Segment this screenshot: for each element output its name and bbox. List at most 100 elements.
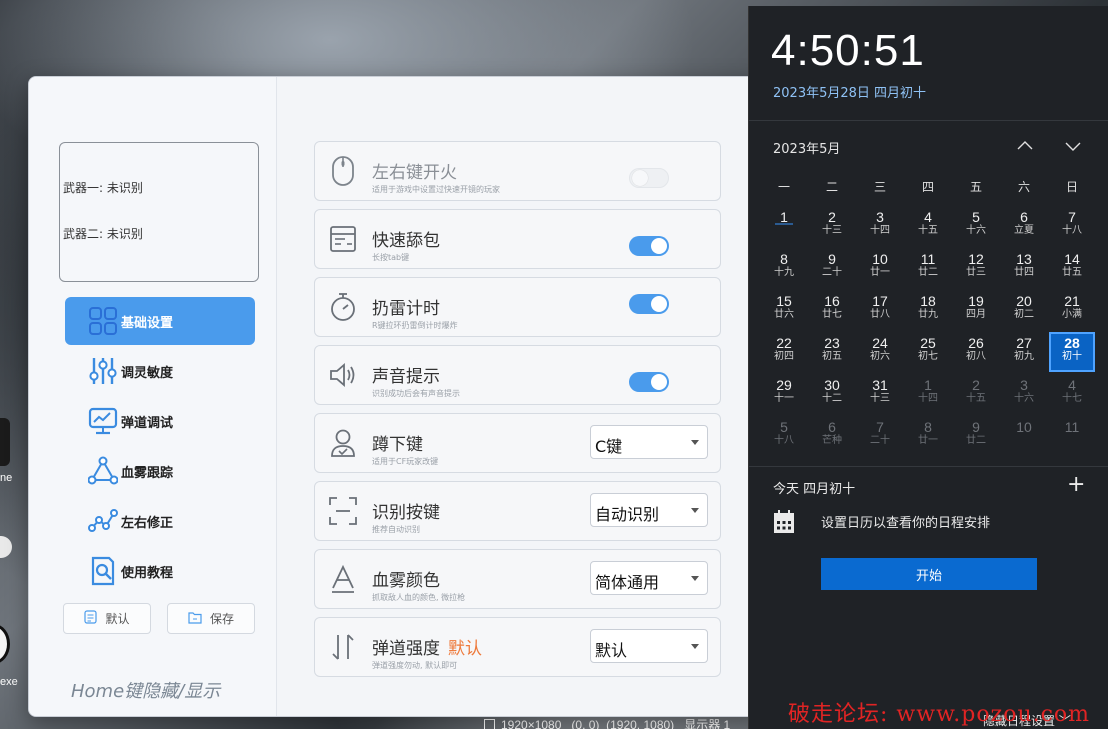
lunar-label: 十二 bbox=[822, 393, 842, 404]
quick-loot-toggle[interactable] bbox=[629, 236, 669, 256]
calendar-day[interactable]: 8 十九 bbox=[761, 248, 807, 288]
calendar-day[interactable]: 6 芒种 bbox=[809, 416, 855, 456]
date-link[interactable]: 2023年5月28日 四月初十 bbox=[773, 82, 926, 101]
setting-description: 弹道强度勿动, 默认即可 bbox=[372, 661, 458, 670]
agenda-message: 设置日历以查看你的日程安排 bbox=[821, 516, 991, 531]
day-number: 17 bbox=[872, 293, 888, 309]
default-button[interactable]: 默认 bbox=[63, 603, 151, 634]
lunar-label: 廿九 bbox=[918, 309, 938, 320]
calendar-day[interactable]: 18 廿九 bbox=[905, 290, 951, 330]
screen-position: (0, 0) bbox=[571, 718, 600, 729]
calendar-day[interactable]: 22 初四 bbox=[761, 332, 807, 372]
calendar-day[interactable]: 13 廿四 bbox=[1001, 248, 1047, 288]
day-number: 12 bbox=[968, 251, 984, 267]
sidebar: 武器一: 未识别 武器二: 未识别 基础设置 调灵敏度 弹道调试 血雾跟踪 左右… bbox=[29, 77, 277, 716]
day-number: 11 bbox=[920, 251, 936, 267]
nav-item-tutorial[interactable]: 使用教程 bbox=[65, 547, 255, 595]
screen-size: (1920, 1080) bbox=[606, 718, 675, 729]
calendar-day[interactable]: 14 廿五 bbox=[1049, 248, 1095, 288]
screen-info-bar: 1920×1080 (0, 0) (1920, 1080) 显示器 1 bbox=[478, 716, 730, 729]
weekday-label: 四 bbox=[921, 180, 934, 194]
save-button[interactable]: 保存 bbox=[167, 603, 255, 634]
calendar-day[interactable]: 27 初九 bbox=[1001, 332, 1047, 372]
nav-item-ballistics[interactable]: 弹道调试 bbox=[65, 397, 255, 445]
calendar-day[interactable]: 1 十四 bbox=[905, 374, 951, 414]
calendar-day[interactable]: 10 bbox=[1001, 416, 1047, 456]
calendar-day[interactable]: 3 十四 bbox=[857, 206, 903, 246]
calendar-day[interactable]: 9 二十 bbox=[809, 248, 855, 288]
nav-item-sensitivity[interactable]: 调灵敏度 bbox=[65, 347, 255, 395]
setting-title: 蹲下键 bbox=[372, 435, 423, 455]
weekday-label: 六 bbox=[1017, 180, 1030, 194]
ballistic-strength-select[interactable]: 默认 bbox=[590, 629, 708, 663]
lunar-label: 廿五 bbox=[1062, 267, 1082, 278]
lunar-label: 廿八 bbox=[870, 309, 890, 320]
detect-key-select[interactable]: 自动识别 bbox=[590, 493, 708, 527]
start-button[interactable]: 开始 bbox=[821, 558, 1037, 590]
nav-item-lr-correction[interactable]: 左右修正 bbox=[65, 497, 255, 545]
setting-description: 适用于CF玩家改键 bbox=[372, 457, 439, 466]
chevron-down-icon bbox=[691, 440, 699, 445]
day-number: 7 bbox=[1068, 209, 1076, 225]
day-number: 4 bbox=[924, 209, 932, 225]
calendar-day[interactable]: 16 廿七 bbox=[809, 290, 855, 330]
lunar-label: 十五 bbox=[966, 393, 986, 404]
calendar-day[interactable]: 7 二十 bbox=[857, 416, 903, 456]
calendar-day[interactable]: 25 初七 bbox=[905, 332, 951, 372]
blood-color-select[interactable]: 简体通用 bbox=[590, 561, 708, 595]
calendar-day[interactable]: 2 十三 bbox=[809, 206, 855, 246]
calendar-day[interactable]: 4 十七 bbox=[1049, 374, 1095, 414]
lunar-label: 十九 bbox=[774, 267, 794, 278]
calendar-day[interactable]: 3 十六 bbox=[1001, 374, 1047, 414]
month-label[interactable]: 2023年5月 bbox=[773, 138, 840, 157]
calendar-day[interactable]: 7 十八 bbox=[1049, 206, 1095, 246]
calendar-day[interactable]: 23 初五 bbox=[809, 332, 855, 372]
desktop-app-icon[interactable] bbox=[0, 418, 10, 466]
calendar-day-today[interactable]: 28 初十 bbox=[1049, 332, 1095, 372]
calendar-day[interactable]: 5 十六 bbox=[953, 206, 999, 246]
crouch-key-select[interactable]: C键 bbox=[590, 425, 708, 459]
lunar-label: 十三 bbox=[870, 393, 890, 404]
calendar-day[interactable]: 15 廿六 bbox=[761, 290, 807, 330]
add-event-button[interactable]: + bbox=[1067, 474, 1085, 496]
day-number: 4 bbox=[1068, 377, 1076, 393]
calendar-day[interactable]: 19 四月 bbox=[953, 290, 999, 330]
calendar-day[interactable]: 1 bbox=[761, 206, 807, 246]
day-number: 5 bbox=[972, 209, 980, 225]
calendar-day[interactable]: 17 廿八 bbox=[857, 290, 903, 330]
calendar-day[interactable]: 2 十五 bbox=[953, 374, 999, 414]
calendar-day[interactable]: 10 廿一 bbox=[857, 248, 903, 288]
chevron-down-icon[interactable] bbox=[1063, 136, 1083, 156]
lr-fire-toggle[interactable] bbox=[629, 168, 669, 188]
weapon-status-box: 武器一: 未识别 武器二: 未识别 bbox=[59, 142, 259, 282]
weekday-label: 二 bbox=[825, 180, 838, 194]
calendar-day[interactable]: 26 初八 bbox=[953, 332, 999, 372]
calendar-day[interactable]: 8 廿一 bbox=[905, 416, 951, 456]
lunar-label: 初四 bbox=[774, 351, 794, 362]
calendar-day[interactable]: 30 十二 bbox=[809, 374, 855, 414]
calendar-day[interactable]: 29 十一 bbox=[761, 374, 807, 414]
calendar-day[interactable]: 4 十五 bbox=[905, 206, 951, 246]
calendar-day[interactable]: 20 初二 bbox=[1001, 290, 1047, 330]
day-number: 15 bbox=[776, 293, 792, 309]
calendar-day[interactable]: 21 小满 bbox=[1049, 290, 1095, 330]
calendar-day[interactable]: 9 廿二 bbox=[953, 416, 999, 456]
setting-row-crouch-key: 蹲下键 适用于CF玩家改键 C键 bbox=[314, 413, 721, 473]
calendar-day[interactable]: 12 廿三 bbox=[953, 248, 999, 288]
sound-alert-toggle[interactable] bbox=[629, 372, 669, 392]
grenade-timer-toggle[interactable] bbox=[629, 294, 669, 314]
nav-item-blood-tracking[interactable]: 血雾跟踪 bbox=[65, 447, 255, 495]
calendar-day[interactable]: 11 廿二 bbox=[905, 248, 951, 288]
app-window: 武器一: 未识别 武器二: 未识别 基础设置 调灵敏度 弹道调试 血雾跟踪 左右… bbox=[28, 76, 762, 717]
day-number: 24 bbox=[872, 335, 888, 351]
chevron-up-icon[interactable] bbox=[1015, 136, 1035, 156]
calendar-day[interactable]: 11 bbox=[1049, 416, 1095, 456]
calendar-day[interactable]: 5 十八 bbox=[761, 416, 807, 456]
calendar-day[interactable]: 6 立夏 bbox=[1001, 206, 1047, 246]
nav-item-basic-settings[interactable]: 基础设置 bbox=[65, 297, 255, 345]
calendar-day[interactable]: 31 十三 bbox=[857, 374, 903, 414]
site-watermark: 破走论坛: www.pozou.com bbox=[788, 702, 1091, 727]
calendar-day[interactable]: 24 初六 bbox=[857, 332, 903, 372]
weekday-label: 三 bbox=[873, 180, 886, 194]
setting-title: 扔雷计时 bbox=[372, 299, 440, 319]
